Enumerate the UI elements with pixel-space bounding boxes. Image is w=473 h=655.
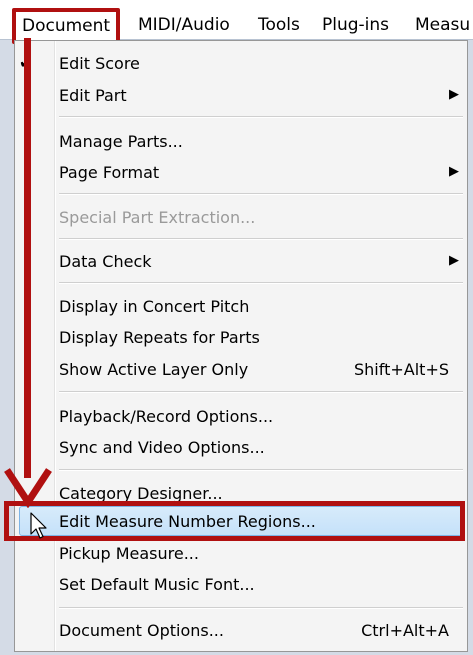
menu-item-edit-score[interactable]: ✔ Edit Score bbox=[15, 49, 467, 79]
menu-bar: Document MIDI/Audio Tools Plug-ins Measu bbox=[0, 0, 473, 44]
menu-item-label: Edit Part bbox=[59, 86, 127, 105]
menu-item-shortcut: Ctrl+Alt+A bbox=[361, 621, 449, 640]
menu-item-data-check[interactable]: Data Check ▶ bbox=[15, 247, 467, 277]
menu-item-label: Set Default Music Font... bbox=[59, 575, 255, 594]
menu-item-sync-and-video-options[interactable]: Sync and Video Options... bbox=[15, 433, 467, 463]
highlight-annotation-box bbox=[4, 501, 465, 541]
menu-item-display-concert-pitch[interactable]: Display in Concert Pitch bbox=[15, 292, 467, 322]
menu-separator bbox=[59, 193, 463, 195]
submenu-arrow-icon: ▶ bbox=[449, 87, 459, 102]
menu-separator bbox=[59, 282, 463, 284]
menu-item-label: Manage Parts... bbox=[59, 132, 183, 151]
menubar-midi-audio[interactable]: MIDI/Audio bbox=[138, 12, 230, 38]
annotation-arrow-icon bbox=[24, 38, 31, 478]
menu-item-label: Page Format bbox=[59, 163, 160, 182]
menu-separator bbox=[59, 607, 463, 609]
menubar-plug-ins[interactable]: Plug-ins bbox=[322, 12, 389, 38]
submenu-arrow-icon: ▶ bbox=[449, 253, 459, 268]
menu-item-pickup-measure[interactable]: Pickup Measure... bbox=[15, 539, 467, 569]
menu-item-special-part-extraction: Special Part Extraction... bbox=[15, 203, 467, 233]
menu-item-show-active-layer-only[interactable]: Show Active Layer Only Shift+Alt+S bbox=[15, 355, 467, 385]
menu-item-playback-record-options[interactable]: Playback/Record Options... bbox=[15, 402, 467, 432]
menu-item-label: Document Options... bbox=[59, 621, 224, 640]
menu-separator bbox=[59, 238, 463, 240]
menu-item-shortcut: Shift+Alt+S bbox=[354, 360, 449, 379]
menu-item-label: Playback/Record Options... bbox=[59, 407, 274, 426]
menu-item-label: Display in Concert Pitch bbox=[59, 297, 250, 316]
menu-item-label: Pickup Measure... bbox=[59, 544, 199, 563]
menubar-measure[interactable]: Measu bbox=[415, 12, 470, 38]
menu-separator bbox=[59, 469, 463, 471]
document-menu-dropdown: ✔ Edit Score Edit Part ▶ Manage Parts...… bbox=[14, 40, 468, 652]
menu-item-set-default-music-font[interactable]: Set Default Music Font... bbox=[15, 570, 467, 600]
menu-item-page-format[interactable]: Page Format ▶ bbox=[15, 158, 467, 188]
mouse-pointer-icon bbox=[30, 512, 47, 539]
menu-item-display-repeats-for-parts[interactable]: Display Repeats for Parts bbox=[15, 323, 467, 353]
submenu-arrow-icon: ▶ bbox=[449, 164, 459, 179]
menu-item-edit-part[interactable]: Edit Part ▶ bbox=[15, 81, 467, 111]
menubar-tools[interactable]: Tools bbox=[258, 12, 300, 38]
menu-separator bbox=[59, 116, 463, 118]
menu-separator bbox=[59, 391, 463, 393]
menu-item-document-options[interactable]: Document Options... Ctrl+Alt+A bbox=[15, 616, 467, 646]
menu-item-label: Show Active Layer Only bbox=[59, 360, 249, 379]
menu-item-label: Data Check bbox=[59, 252, 152, 271]
menu-item-label: Special Part Extraction... bbox=[59, 208, 256, 227]
menu-item-label: Sync and Video Options... bbox=[59, 438, 265, 457]
menu-item-label: Display Repeats for Parts bbox=[59, 328, 260, 347]
menu-item-label: Edit Score bbox=[59, 54, 140, 73]
menu-item-manage-parts[interactable]: Manage Parts... bbox=[15, 127, 467, 157]
